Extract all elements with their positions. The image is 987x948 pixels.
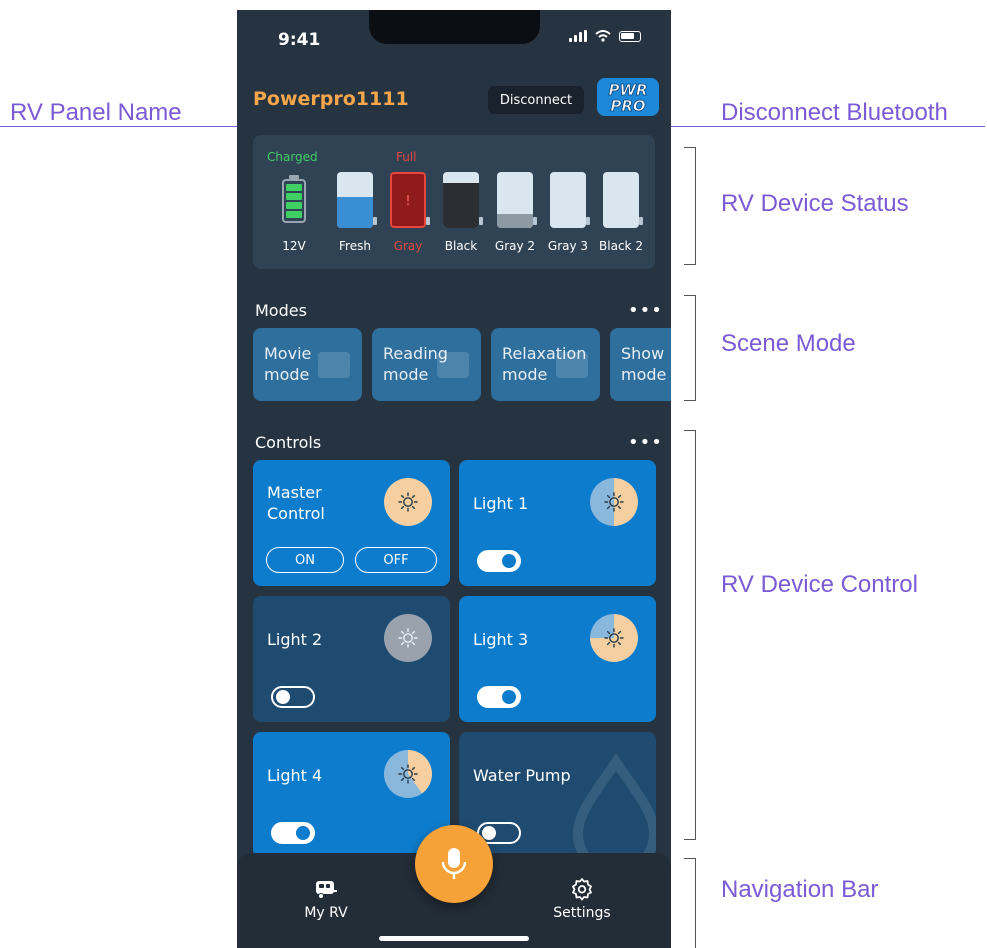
tile-label: Water Pump bbox=[473, 766, 571, 785]
tank-label: Black 2 bbox=[599, 239, 643, 253]
book-icon bbox=[437, 352, 469, 378]
controls-more-button[interactable]: ••• bbox=[628, 432, 663, 453]
modes-list: Movie mode Reading mode Relaxation mode … bbox=[253, 328, 671, 402]
annotation-bracket bbox=[684, 858, 696, 948]
modes-more-button[interactable]: ••• bbox=[628, 300, 663, 321]
pwr-pro-logo: PWR PRO bbox=[597, 78, 659, 116]
tile-label: Light 3 bbox=[473, 630, 529, 649]
phone-screen: 9:41 Powerpro1111 Disconnect PWR PRO Cha… bbox=[237, 10, 671, 948]
phone-notch bbox=[369, 10, 540, 44]
light-icon[interactable] bbox=[384, 614, 432, 662]
light-2-tile[interactable]: Light 2 bbox=[253, 596, 450, 722]
camera-icon bbox=[318, 352, 350, 378]
controls-title: Controls bbox=[255, 433, 322, 452]
gear-icon bbox=[572, 878, 592, 901]
nav-my-rv-label: My RV bbox=[304, 905, 348, 921]
annotation-rv-device-status: RV Device Status bbox=[721, 190, 909, 217]
water-pump-tile[interactable]: Water Pump bbox=[459, 732, 656, 858]
alert-icon: ! bbox=[405, 194, 411, 209]
voice-mic-button[interactable] bbox=[415, 825, 493, 903]
tank-valve bbox=[639, 217, 643, 225]
tile-label: Light 2 bbox=[267, 630, 323, 649]
tank-valve bbox=[373, 217, 377, 225]
master-on-button[interactable]: ON bbox=[266, 547, 344, 573]
light-icon[interactable] bbox=[590, 478, 638, 526]
rv-panel-name[interactable]: Powerpro1111 bbox=[253, 88, 409, 110]
tank-label: Gray 2 bbox=[494, 239, 536, 253]
status-time: 9:41 bbox=[278, 30, 321, 50]
tank-label: Gray bbox=[393, 239, 423, 253]
battery-status-icon bbox=[619, 30, 641, 42]
battery-status-text: Charged bbox=[267, 150, 318, 164]
light-1-toggle[interactable] bbox=[477, 550, 521, 572]
light-icon[interactable] bbox=[384, 478, 432, 526]
light-1-tile[interactable]: Light 1 bbox=[459, 460, 656, 586]
tank-level bbox=[443, 183, 479, 228]
rv-icon bbox=[316, 881, 337, 899]
disconnect-button[interactable]: Disconnect bbox=[488, 86, 584, 114]
light-4-toggle[interactable] bbox=[271, 822, 315, 844]
tank-valve bbox=[479, 217, 483, 225]
home-indicator bbox=[379, 936, 529, 941]
annotation-bracket bbox=[684, 430, 696, 840]
mode-movie[interactable]: Movie mode bbox=[253, 328, 362, 401]
battery-icon bbox=[282, 179, 306, 223]
wifi-icon bbox=[595, 30, 611, 42]
annotation-scene-mode: Scene Mode bbox=[721, 330, 856, 357]
annotation-navigation-bar: Navigation Bar bbox=[721, 876, 879, 903]
mode-relaxation[interactable]: Relaxation mode bbox=[491, 328, 600, 401]
mode-label: Show bbox=[621, 344, 665, 363]
tank-valve bbox=[426, 217, 430, 225]
nav-settings-label: Settings bbox=[553, 905, 611, 921]
tank-black-2 bbox=[603, 172, 639, 228]
nav-settings[interactable]: Settings bbox=[542, 877, 622, 921]
tank-label: Black bbox=[444, 239, 478, 253]
light-3-tile[interactable]: Light 3 bbox=[459, 596, 656, 722]
monitor-icon bbox=[556, 352, 588, 378]
signal-icon bbox=[569, 30, 587, 42]
tile-label: Master Control bbox=[267, 483, 325, 523]
tank-gray: ! bbox=[390, 172, 426, 228]
tank-label: Fresh bbox=[339, 239, 371, 253]
master-control-tile[interactable]: Master Control ON OFF bbox=[253, 460, 450, 586]
svg-text:PRO: PRO bbox=[610, 97, 646, 115]
mode-show[interactable]: Show mode bbox=[610, 328, 671, 401]
annotation-disconnect-bluetooth: Disconnect Bluetooth bbox=[721, 99, 948, 126]
modes-title: Modes bbox=[255, 301, 307, 320]
water-drop-icon bbox=[572, 752, 656, 858]
tile-label: Light 4 bbox=[267, 766, 323, 785]
light-icon[interactable] bbox=[384, 750, 432, 798]
light-icon[interactable] bbox=[590, 614, 638, 662]
tank-alert-text: Full bbox=[396, 150, 417, 164]
tile-label: Light 1 bbox=[473, 494, 529, 513]
tank-valve bbox=[533, 217, 537, 225]
nav-my-rv[interactable]: My RV bbox=[286, 877, 366, 921]
tank-level bbox=[497, 214, 533, 228]
tank-gray-2 bbox=[497, 172, 533, 228]
master-off-button[interactable]: OFF bbox=[355, 547, 437, 573]
annotation-bracket bbox=[684, 147, 696, 265]
tank-fresh bbox=[337, 172, 373, 228]
tank-valve bbox=[586, 217, 590, 225]
tank-level bbox=[337, 197, 373, 228]
light-2-toggle[interactable] bbox=[271, 686, 315, 708]
mode-reading[interactable]: Reading mode bbox=[372, 328, 481, 401]
annotation-rv-device-control: RV Device Control bbox=[721, 571, 918, 598]
tank-gray-3 bbox=[550, 172, 586, 228]
tank-label: Gray 3 bbox=[547, 239, 589, 253]
light-4-tile[interactable]: Light 4 bbox=[253, 732, 450, 858]
tank-black bbox=[443, 172, 479, 228]
mode-label: mode bbox=[621, 365, 667, 384]
status-icons bbox=[569, 30, 641, 42]
microphone-icon bbox=[441, 848, 467, 879]
annotation-rv-panel-name: RV Panel Name bbox=[10, 99, 182, 126]
light-3-toggle[interactable] bbox=[477, 686, 521, 708]
battery-label: 12V bbox=[282, 239, 306, 253]
annotation-bracket bbox=[684, 295, 696, 401]
device-status-card: Charged Full 12V Fresh! Gray Black Gray 2 Gr… bbox=[253, 135, 655, 269]
